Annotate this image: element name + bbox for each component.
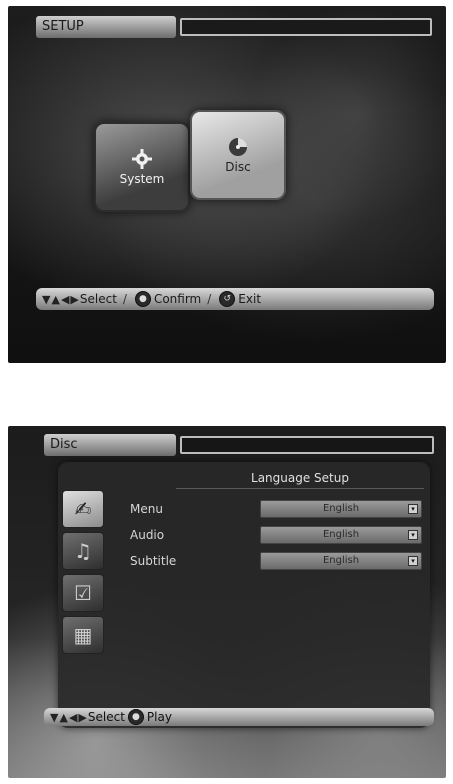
- menu-language-row[interactable]: Menu English ▾: [130, 500, 422, 518]
- play-hint-label: Play: [146, 710, 172, 724]
- disc-footer-hints: ▼ ▲ ◀ ▶ Select ● Play: [44, 708, 434, 726]
- subtitle-language-label: Subtitle: [130, 554, 177, 568]
- disc-label: Disc: [225, 160, 251, 174]
- exit-hint: ↺ Exit: [219, 291, 261, 307]
- menu-language-label: Menu: [130, 502, 163, 516]
- audio-language-select[interactable]: English ▾: [260, 526, 422, 544]
- ok-key-icon: ●: [127, 709, 144, 725]
- right-arrow-icon: ▶: [78, 710, 87, 724]
- language-icon[interactable]: ✍: [62, 490, 104, 528]
- audio-icon[interactable]: ♫: [62, 532, 104, 570]
- ok-key-icon: ●: [134, 291, 151, 307]
- menu-language-select[interactable]: English ▾: [260, 500, 422, 518]
- subtitle-language-value: English: [322, 555, 360, 566]
- parental-icon[interactable]: ☑: [62, 574, 104, 612]
- dropdown-icon: ▾: [408, 556, 418, 566]
- right-arrow-icon: ▶: [70, 292, 79, 306]
- setup-screen: SETUP System Disc ▼ ▲ ◀ ▶ Select / ● Con…: [8, 6, 446, 363]
- language-setup-panel: Language Setup ✍ ♫ ☑ ▦ Menu English ▾ Au…: [58, 462, 430, 728]
- disc-tile[interactable]: Disc: [190, 110, 286, 200]
- disc-title: Disc: [44, 434, 176, 456]
- down-arrow-icon: ▼: [42, 292, 51, 306]
- select-hint-label: Select: [87, 710, 125, 724]
- exit-hint-label: Exit: [238, 292, 262, 306]
- title-bar-extension: [180, 18, 432, 36]
- subtitle-language-select[interactable]: English ▾: [260, 552, 422, 570]
- audio-language-value: English: [322, 529, 360, 540]
- select-hint-label: Select: [79, 292, 117, 306]
- confirm-hint: ● Confirm /: [134, 291, 211, 307]
- panel-title: Language Setup: [176, 468, 424, 489]
- dropdown-icon: ▾: [408, 530, 418, 540]
- left-arrow-icon: ◀: [60, 292, 70, 306]
- disc-screen: Disc Language Setup ✍ ♫ ☑ ▦ Menu English…: [8, 426, 446, 778]
- left-arrow-icon: ◀: [68, 710, 78, 724]
- down-arrow-icon: ▼: [50, 710, 59, 724]
- disc-icon: [229, 138, 247, 156]
- up-arrow-icon: ▲: [59, 710, 68, 724]
- exit-key-icon: ↺: [219, 291, 236, 307]
- setup-title: SETUP: [36, 16, 176, 38]
- title-bar-extension: [180, 436, 434, 454]
- select-hint: ▼ ▲ ◀ ▶ Select /: [42, 292, 127, 306]
- audio-language-row[interactable]: Audio English ▾: [130, 526, 422, 544]
- menu-language-value: English: [322, 503, 360, 514]
- up-arrow-icon: ▲: [51, 292, 60, 306]
- video-icon[interactable]: ▦: [62, 616, 104, 654]
- audio-language-label: Audio: [130, 528, 165, 542]
- settings-category-sidebar: ✍ ♫ ☑ ▦: [62, 490, 106, 658]
- dropdown-icon: ▾: [408, 504, 418, 514]
- system-label: System: [119, 172, 165, 186]
- disc-title-bar: Disc: [44, 434, 434, 456]
- setup-title-bar: SETUP: [36, 16, 432, 38]
- subtitle-language-row[interactable]: Subtitle English ▾: [130, 552, 422, 570]
- setup-footer-hints: ▼ ▲ ◀ ▶ Select / ● Confirm / ↺ Exit: [36, 288, 434, 310]
- gear-icon: [132, 149, 152, 169]
- confirm-hint-label: Confirm: [153, 292, 202, 306]
- system-tile[interactable]: System: [94, 122, 190, 212]
